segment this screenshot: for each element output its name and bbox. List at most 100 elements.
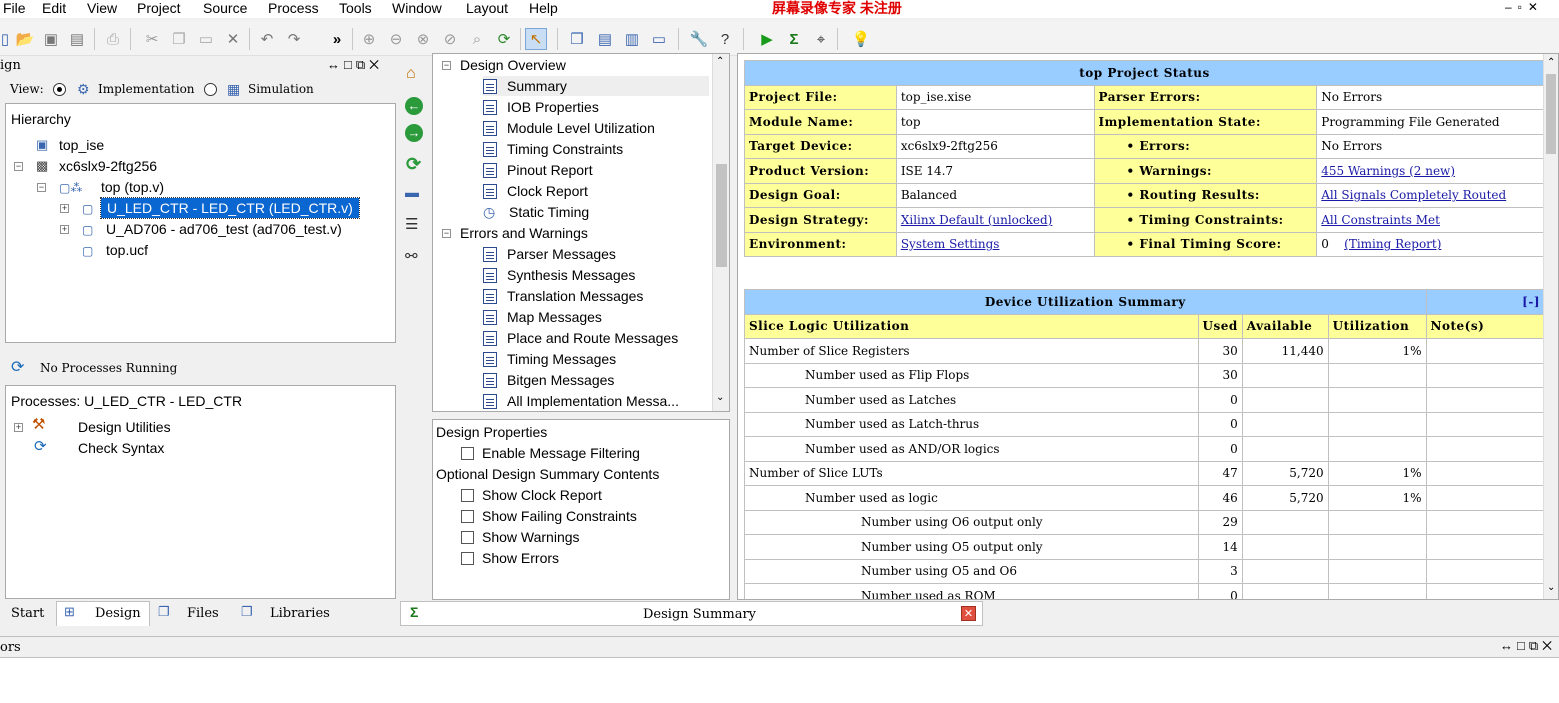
errors-warnings-heading[interactable]: Errors and Warnings xyxy=(460,223,588,243)
tab-start[interactable]: Start xyxy=(11,602,44,626)
enable-filtering-checkbox[interactable] xyxy=(461,447,474,460)
design-overview-heading[interactable]: Design Overview xyxy=(460,55,566,75)
nav-static-timing[interactable]: ◷ Static Timing xyxy=(483,202,589,222)
zoom-fit-icon[interactable]: ⊗ xyxy=(412,28,434,50)
process-design-utilities[interactable]: Design Utilities xyxy=(78,417,171,437)
collapse-icon[interactable]: − xyxy=(442,229,451,238)
implementation-radio[interactable] xyxy=(53,83,66,96)
status-value[interactable]: System Settings xyxy=(895,231,1095,257)
content-scrollbar[interactable]: ⌃ ⌄ xyxy=(1543,54,1558,599)
menu-tools[interactable]: Tools xyxy=(339,0,372,16)
copy-icon[interactable]: ❐ xyxy=(168,28,190,50)
menu-help[interactable]: Help xyxy=(529,0,558,16)
tile-vertical-icon[interactable]: ▥ xyxy=(621,28,643,50)
scroll-up-icon[interactable]: ⌃ xyxy=(716,56,724,67)
redo-icon[interactable]: ↷ xyxy=(283,28,305,50)
status-value[interactable]: 455 Warnings (2 new) xyxy=(1316,158,1545,184)
list-icon[interactable]: ☰ xyxy=(405,215,418,233)
bulb-icon[interactable]: 💡 xyxy=(850,28,872,50)
binoculars-icon[interactable]: ⚯ xyxy=(405,247,418,265)
collapse-icon[interactable]: − xyxy=(14,162,23,171)
nav-bitgen-messages[interactable]: Bitgen Messages xyxy=(483,370,614,390)
menu-process[interactable]: Process xyxy=(268,0,319,16)
help-context-icon[interactable]: ? xyxy=(714,28,736,50)
hierarchy-top-module[interactable]: top (top.v) xyxy=(101,177,164,197)
collapse-link[interactable]: [-] xyxy=(1425,289,1546,315)
nav-map-messages[interactable]: Map Messages xyxy=(483,307,602,327)
refresh-icon[interactable]: ⟳ xyxy=(493,28,515,50)
report-icon[interactable]: ▬ xyxy=(405,184,419,200)
timing-report-link[interactable]: (Timing Report) xyxy=(1344,237,1441,251)
show-failing-constraints-option[interactable]: Show Failing Constraints xyxy=(461,506,637,526)
nav-synthesis-messages[interactable]: Synthesis Messages xyxy=(483,265,635,285)
menu-project[interactable]: Project xyxy=(137,0,181,16)
show-errors-checkbox[interactable] xyxy=(461,552,474,565)
status-link[interactable]: All Constraints Met xyxy=(1321,213,1440,227)
status-link[interactable]: All Signals Completely Routed xyxy=(1321,188,1506,202)
scroll-thumb[interactable] xyxy=(716,164,727,267)
status-value[interactable]: All Constraints Met xyxy=(1316,207,1545,233)
close-tab-icon[interactable]: ✕ xyxy=(961,606,976,621)
status-value[interactable]: All Signals Completely Routed xyxy=(1316,182,1545,208)
nav-parser-messages[interactable]: Parser Messages xyxy=(483,244,616,264)
menu-view[interactable]: View xyxy=(87,0,117,16)
window-controls[interactable]: –▫✕ xyxy=(1505,0,1544,14)
undo-icon[interactable]: ↶ xyxy=(256,28,278,50)
tile-horizontal-icon[interactable]: ▤ xyxy=(594,28,616,50)
tab-files[interactable]: Files xyxy=(187,602,219,626)
sigma-icon[interactable]: Σ xyxy=(783,28,805,50)
save-all-icon[interactable]: ▤ xyxy=(66,28,88,50)
show-warnings-checkbox[interactable] xyxy=(461,531,474,544)
save-icon[interactable]: ▣ xyxy=(40,28,62,50)
menu-edit[interactable]: Edit xyxy=(42,0,66,16)
status-link[interactable]: Xilinx Default (unlocked) xyxy=(901,213,1053,227)
scroll-thumb[interactable] xyxy=(1546,74,1556,154)
nav-summary[interactable]: Summary xyxy=(483,76,709,96)
hierarchy-ucf[interactable]: top.ucf xyxy=(106,240,148,260)
status-value[interactable]: 0 (Timing Report) xyxy=(1316,231,1545,257)
design-summary-tab[interactable]: Σ Design Summary ✕ xyxy=(400,601,983,626)
hierarchy-project[interactable]: top_ise xyxy=(59,135,104,155)
menu-window[interactable]: Window xyxy=(392,0,442,16)
nav-iob-properties[interactable]: IOB Properties xyxy=(483,97,599,117)
show-clock-report-option[interactable]: Show Clock Report xyxy=(461,485,602,505)
scroll-up-icon[interactable]: ⌃ xyxy=(1547,57,1555,68)
menu-source[interactable]: Source xyxy=(203,0,247,16)
expand-icon[interactable]: + xyxy=(60,225,69,234)
scroll-down-icon[interactable]: ⌄ xyxy=(1547,582,1555,593)
open-folder-icon[interactable]: 📂 xyxy=(14,28,36,50)
panel-controls[interactable]: ↔□⧉✕ xyxy=(1500,638,1556,654)
hierarchy-led-ctr[interactable]: U_LED_CTR - LED_CTR (LED_CTR.v) xyxy=(100,197,360,219)
hierarchy-device[interactable]: xc6slx9-2ftg256 xyxy=(59,156,157,176)
scroll-down-icon[interactable]: ⌄ xyxy=(716,392,724,403)
menu-file[interactable]: File xyxy=(3,0,26,16)
nav-timing-constraints[interactable]: Timing Constraints xyxy=(483,139,623,159)
zoom-region-icon[interactable]: ⊘ xyxy=(439,28,461,50)
panel-controls[interactable]: ↔□⧉✕ xyxy=(327,57,383,73)
nav-place-route-messages[interactable]: Place and Route Messages xyxy=(483,328,678,348)
status-value[interactable]: Xilinx Default (unlocked) xyxy=(895,207,1095,233)
expand-icon[interactable]: + xyxy=(14,423,23,432)
status-link[interactable]: System Settings xyxy=(901,237,1000,251)
nav-scrollbar[interactable]: ⌃ ⌄ xyxy=(712,54,729,411)
zoom-out-icon[interactable]: ⊖ xyxy=(385,28,407,50)
nav-module-utilization[interactable]: Module Level Utilization xyxy=(483,118,655,138)
tab-libraries[interactable]: Libraries xyxy=(270,602,330,626)
status-link[interactable]: 455 Warnings (2 new) xyxy=(1321,164,1455,178)
collapse-icon[interactable]: − xyxy=(442,61,451,70)
enable-filtering-option[interactable]: Enable Message Filtering xyxy=(461,443,640,463)
delete-icon[interactable]: ✕ xyxy=(222,28,244,50)
find-icon[interactable]: ⌕ xyxy=(466,28,488,50)
simulation-radio[interactable] xyxy=(204,83,217,96)
wrench-icon[interactable]: 🔧 xyxy=(688,28,710,50)
collapse-icon[interactable]: − xyxy=(37,183,46,192)
show-errors-option[interactable]: Show Errors xyxy=(461,548,559,568)
home-icon[interactable]: ⌂ xyxy=(406,65,416,83)
nav-all-messages[interactable]: All Implementation Messa... xyxy=(483,391,679,411)
show-clock-report-checkbox[interactable] xyxy=(461,489,474,502)
show-warnings-option[interactable]: Show Warnings xyxy=(461,527,580,547)
zoom-in-icon[interactable]: ⊕ xyxy=(358,28,380,50)
show-failing-constraints-checkbox[interactable] xyxy=(461,510,474,523)
nav-timing-messages[interactable]: Timing Messages xyxy=(483,349,616,369)
more-icon[interactable]: » xyxy=(326,28,348,50)
